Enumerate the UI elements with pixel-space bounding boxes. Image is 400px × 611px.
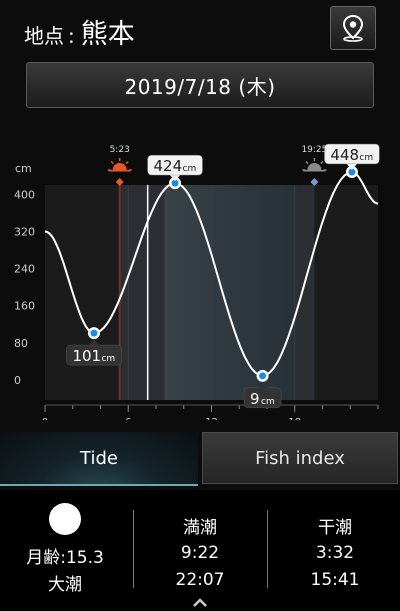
tide-marker-center <box>259 372 267 380</box>
sun-ray <box>125 160 129 165</box>
y-tick-label: 0 <box>14 374 21 387</box>
high-tide-time-1: 9:22 <box>180 543 220 563</box>
moon-age-label: 月齢 <box>26 548 61 568</box>
divider <box>133 510 134 588</box>
tide-value-callout: 448 cm <box>324 143 380 170</box>
sun-ray <box>110 160 114 165</box>
header: 地点: 熊本 <box>0 0 400 60</box>
horizon <box>108 170 131 172</box>
sun-ray <box>320 160 324 165</box>
tide-type: 大潮 <box>48 575 82 595</box>
sunrise-time: 5:23 <box>110 145 130 155</box>
sunrise-icon <box>107 158 132 172</box>
tab-tide-label: Tide <box>80 447 118 469</box>
y-tick-label: 400 <box>14 188 35 201</box>
y-tick-label: 160 <box>14 300 35 313</box>
callout-unit: cm <box>261 397 275 407</box>
tide-chart: cm400320240160800061218 101cm424cm9cm448… <box>14 143 380 420</box>
sun-ray <box>305 160 309 165</box>
location-title: 地点: 熊本 <box>24 12 135 51</box>
callout-unit: cm <box>101 354 115 364</box>
tide-marker-center <box>90 329 98 337</box>
date-selector-button[interactable]: 2019/7/18 (木) <box>26 62 374 108</box>
date-label: 2019/7/18 (木) <box>124 74 276 99</box>
callout-value: 101 <box>72 347 101 365</box>
map-pin-icon <box>342 14 364 42</box>
location-separator: : <box>68 24 75 48</box>
low-tide-time-2: 15:41 <box>310 570 360 590</box>
x-tick-label: 12 <box>205 417 218 420</box>
callout-unit: cm <box>183 164 197 174</box>
location-button[interactable] <box>330 6 376 50</box>
high-tide-label: 満潮 <box>183 518 217 538</box>
divider <box>267 510 268 588</box>
sunrise-diamond <box>115 178 124 186</box>
sun-half <box>112 163 127 170</box>
tab-tide[interactable]: Tide <box>0 432 198 486</box>
sunset-icon <box>302 158 327 172</box>
sunrise-line <box>118 185 121 400</box>
low-tide-label: 干潮 <box>318 518 352 538</box>
y-tick-label: 240 <box>14 263 35 276</box>
chevron-up-icon[interactable] <box>192 596 208 608</box>
sun-half <box>307 163 322 170</box>
x-tick-label: 0 <box>42 417 48 420</box>
x-tick-label: 18 <box>288 417 301 420</box>
tab-fish-index-label: Fish index <box>255 447 345 469</box>
low-tide-time-1: 3:32 <box>315 543 355 563</box>
x-tick-label: 6 <box>125 417 131 420</box>
location-label: 地点 <box>24 24 64 48</box>
callout-unit: cm <box>359 153 373 163</box>
high-tide-time-2: 22:07 <box>175 570 225 590</box>
horizon <box>303 170 326 172</box>
tide-value-callout: 424 cm <box>147 154 203 182</box>
sunset-diamond <box>310 178 319 186</box>
y-tick-label: 320 <box>14 225 35 238</box>
location-name: 熊本 <box>80 19 135 50</box>
callout-value: 424 <box>154 157 183 175</box>
moon-age: 月齢:15.3 <box>0 543 130 568</box>
selection-highlight <box>164 185 298 400</box>
moon-age-value: 15.3 <box>65 548 104 568</box>
moon-phase-icon <box>49 503 81 535</box>
sunset-time: 19:25 <box>301 145 327 155</box>
y-tick-label: 80 <box>14 337 28 350</box>
y-axis-label: cm <box>15 162 32 175</box>
callout-value: 9 <box>250 390 260 408</box>
callout-value: 448 <box>330 146 359 164</box>
tab-fish-index[interactable]: Fish index <box>202 432 398 484</box>
